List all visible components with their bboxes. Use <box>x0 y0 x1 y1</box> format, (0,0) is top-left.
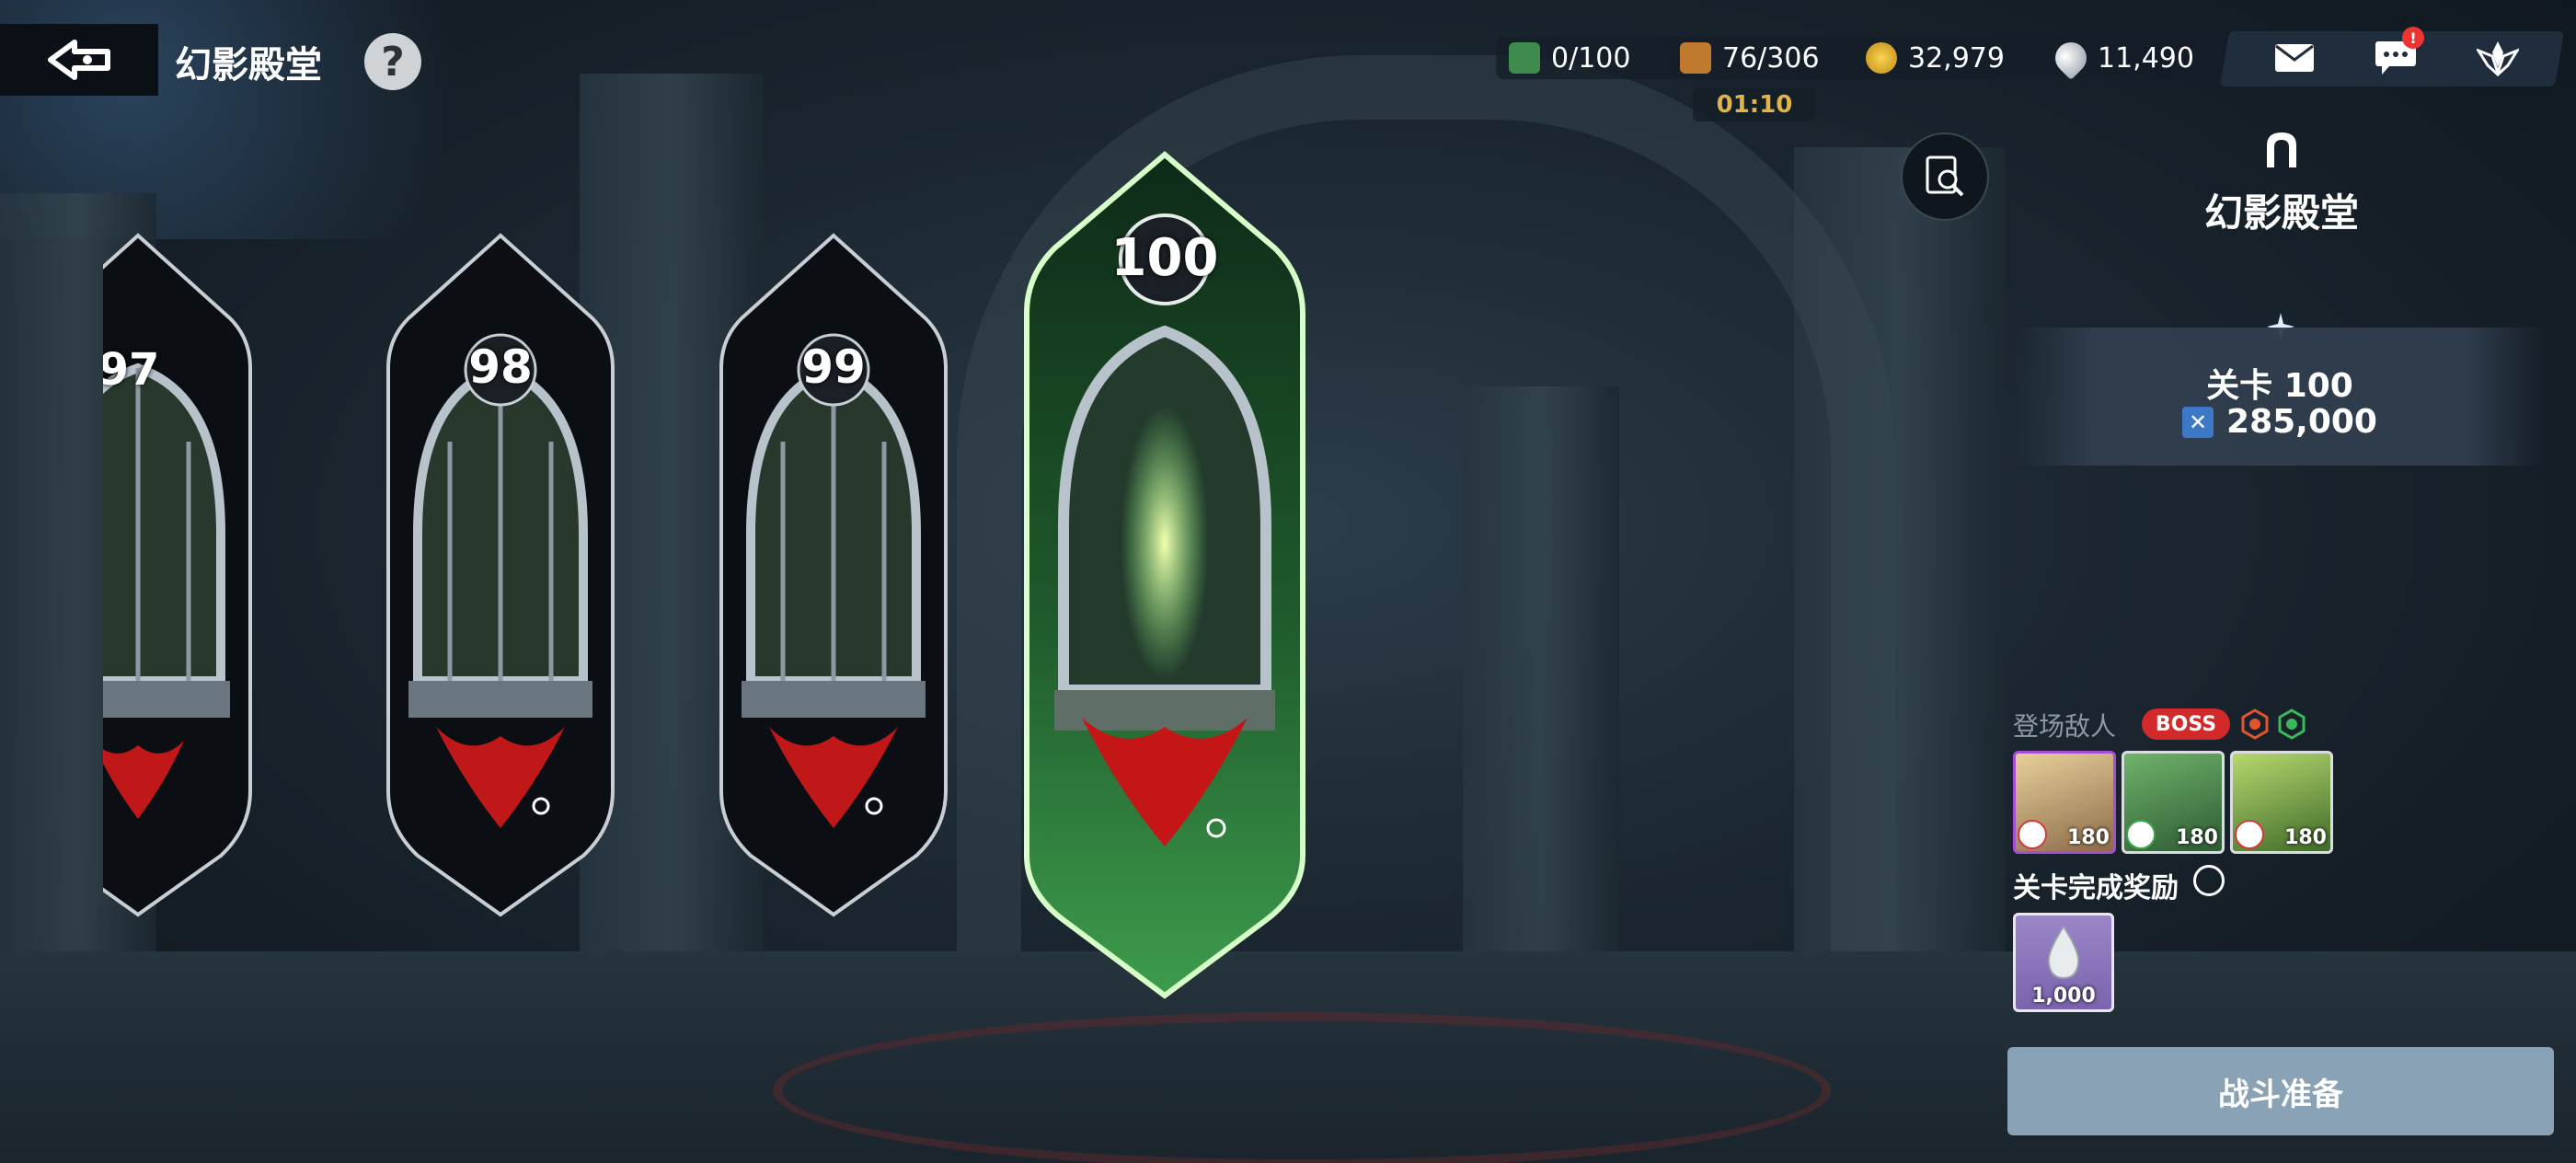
stage-frame <box>103 233 252 917</box>
resource-stamina-ticket[interactable]: 0/100 <box>1496 37 1680 79</box>
resource-value: 32,979 <box>1908 41 2005 75</box>
enemy-portrait[interactable]: 180 <box>2013 751 2116 854</box>
stage-number: 100 <box>1110 228 1219 288</box>
stage-number: 98 <box>468 340 533 394</box>
resource-value: 0/100 <box>1551 41 1631 75</box>
menu-icons: ! <box>2245 27 2548 86</box>
reward-crystal[interactable]: 1,000 <box>2013 913 2114 1012</box>
fire-element-icon <box>2241 708 2269 740</box>
reward-label: 关卡完成奖励 <box>2013 872 2179 904</box>
recommended-power: ✕ 285,000 <box>2015 403 2545 441</box>
gold-coin-icon <box>1866 42 1897 74</box>
help-button[interactable]: ? <box>364 33 421 90</box>
magnifier-icon <box>1926 155 1964 197</box>
boss-badge: BOSS <box>2142 708 2230 740</box>
class-icon <box>2018 820 2047 849</box>
stage-label: 关卡 100 <box>2206 367 2353 405</box>
class-icon <box>2126 820 2156 849</box>
nature-element-icon <box>2278 708 2306 740</box>
enemy-level: 180 <box>2176 826 2218 849</box>
stage-number: 99 <box>801 340 866 394</box>
boots-icon <box>1680 42 1711 74</box>
page-title: 幻影殿堂 <box>175 44 322 86</box>
stage-card-98[interactable]: 98 <box>381 230 620 920</box>
resource-crystal[interactable]: 11,490 <box>2042 35 2230 81</box>
portal-icon <box>2267 132 2296 167</box>
stage-card-100-selected[interactable]: 100 <box>1018 147 1312 1003</box>
enemy-portrait[interactable]: 180 <box>2230 751 2333 854</box>
guild-emblem-icon[interactable] <box>2474 40 2521 80</box>
resource-value: 76/306 <box>1722 41 1820 75</box>
reward-info-icon[interactable] <box>2193 865 2225 896</box>
stamina-timer: 01:10 <box>1693 88 1816 121</box>
enemies-label: 登场敌人 <box>2013 711 2117 742</box>
power-value: 285,000 <box>2226 403 2377 441</box>
stage-number: 97 <box>103 344 160 396</box>
resource-gold[interactable]: 32,979 <box>1853 37 2050 79</box>
inspect-button[interactable] <box>1901 132 1989 221</box>
stage-card-97[interactable]: 97 <box>103 230 296 920</box>
stage-frame <box>719 233 948 917</box>
enemy-level: 180 <box>2284 826 2327 849</box>
stage-frame <box>386 233 615 917</box>
enemy-level: 180 <box>2067 826 2110 849</box>
chat-icon[interactable]: ! <box>2375 27 2424 80</box>
enemy-portrait[interactable]: 180 <box>2122 751 2225 854</box>
back-arrow-icon <box>48 40 110 80</box>
class-icon <box>2235 820 2264 849</box>
notification-badge: ! <box>2401 27 2424 49</box>
resource-boots[interactable]: 76/306 <box>1667 37 1858 79</box>
resource-value: 11,490 <box>2098 41 2194 75</box>
stamina-ticket-icon <box>1509 42 1540 74</box>
reward-quantity: 1,000 <box>2031 985 2096 1008</box>
crystal-icon <box>2047 925 2080 980</box>
crystal-icon <box>2048 35 2094 81</box>
back-button[interactable] <box>0 24 158 96</box>
mail-icon[interactable] <box>2274 43 2315 76</box>
panel-title: 幻影殿堂 <box>2203 190 2359 236</box>
stage-card-99[interactable]: 99 <box>714 230 953 920</box>
combat-power-icon: ✕ <box>2182 406 2214 438</box>
summoning-circle <box>773 1012 1831 1163</box>
battle-prepare-button[interactable]: 战斗准备 <box>2007 1047 2554 1135</box>
